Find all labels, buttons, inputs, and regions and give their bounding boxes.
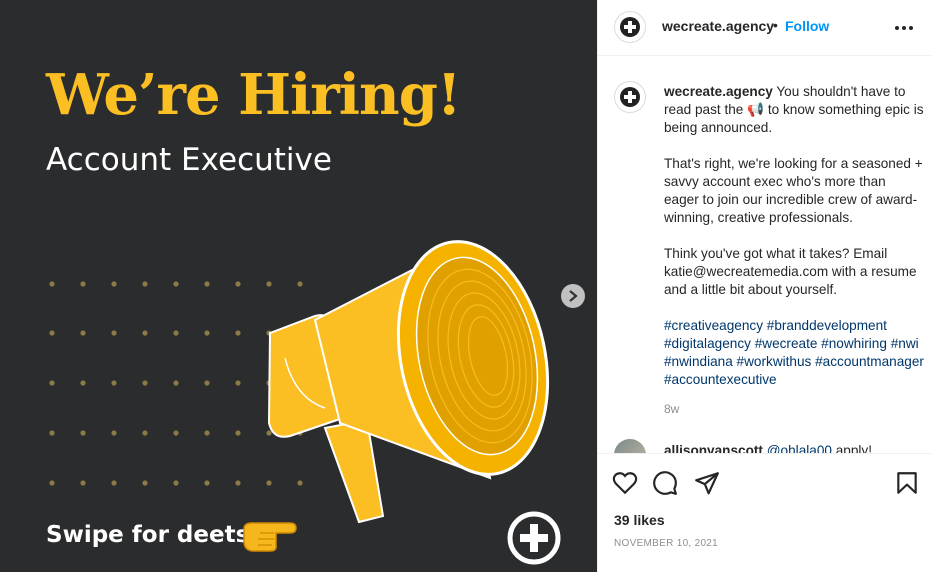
wecreate-logo-icon: [620, 17, 640, 37]
caption-timestamp[interactable]: 8w: [664, 402, 679, 416]
avatar[interactable]: [614, 439, 646, 453]
post-image: We’re Hiring! Account Executive Swipe fo…: [0, 0, 597, 572]
caption-hashtags[interactable]: #creativeagency #branddevelopment #digit…: [664, 317, 924, 389]
decorative-dot: [235, 281, 241, 287]
decorative-dot: [204, 281, 210, 287]
comment-username[interactable]: allisonvanscott: [664, 443, 763, 453]
hiring-headline: We’re Hiring!: [46, 62, 461, 128]
post-header: wecreate.agency • Follow: [598, 0, 931, 56]
megaphone-emoji-icon: 📢: [747, 102, 765, 117]
decorative-dot: [111, 480, 117, 486]
decorative-dot: [111, 281, 117, 287]
decorative-dot: [142, 281, 148, 287]
decorative-dot: [49, 281, 55, 287]
decorative-dot: [49, 430, 55, 436]
decorative-dot: [235, 330, 241, 336]
decorative-dot: [204, 430, 210, 436]
comments-section: wecreate.agency You shouldn't have to re…: [598, 57, 931, 453]
caption-paragraph: Think you've got what it takes? Email ka…: [664, 246, 917, 297]
decorative-dot: [111, 330, 117, 336]
decorative-dot: [111, 380, 117, 386]
comment-mention[interactable]: @ohlala00: [767, 443, 832, 453]
decorative-dot: [80, 430, 86, 436]
job-title: Account Executive: [46, 142, 332, 178]
decorative-dot: [173, 480, 179, 486]
decorative-dot: [142, 480, 148, 486]
caption-paragraph: That's right, we're looking for a season…: [664, 156, 923, 225]
post-side-panel: wecreate.agency • Follow wecreate.agency…: [597, 0, 931, 572]
comment-icon[interactable]: [652, 470, 678, 496]
bookmark-icon[interactable]: [894, 470, 920, 496]
decorative-dot: [173, 281, 179, 287]
decorative-dot: [49, 330, 55, 336]
decorative-dot: [204, 380, 210, 386]
comment: allisonvanscott @ohlala00 apply!: [664, 443, 872, 453]
post-date[interactable]: NOVEMBER 10, 2021: [614, 538, 718, 549]
decorative-dot: [173, 380, 179, 386]
decorative-dot: [80, 380, 86, 386]
heart-icon[interactable]: [612, 470, 638, 496]
avatar[interactable]: [614, 11, 646, 43]
post-caption: wecreate.agency You shouldn't have to re…: [664, 83, 924, 407]
avatar[interactable]: [614, 81, 646, 113]
decorative-dot: [142, 430, 148, 436]
decorative-dot: [204, 330, 210, 336]
pointing-hand-icon: [243, 522, 297, 552]
decorative-dot: [49, 380, 55, 386]
decorative-dot: [142, 330, 148, 336]
wecreate-logo-icon: [620, 87, 640, 107]
next-slide-button[interactable]: [561, 284, 585, 308]
decorative-dot: [80, 281, 86, 287]
decorative-dot: [142, 380, 148, 386]
decorative-dot: [235, 430, 241, 436]
share-icon[interactable]: [694, 470, 720, 496]
chevron-right-icon: [569, 290, 578, 302]
megaphone-illustration: [267, 240, 550, 524]
decorative-dot: [80, 480, 86, 486]
decorative-dot: [173, 430, 179, 436]
likes-count[interactable]: 39 likes: [614, 512, 665, 528]
comment-text: apply!: [835, 443, 873, 453]
more-options-icon[interactable]: [893, 18, 915, 38]
header-username[interactable]: wecreate.agency: [662, 18, 774, 34]
post-actions: 39 likes NOVEMBER 10, 2021: [598, 453, 931, 572]
follow-button[interactable]: Follow: [785, 18, 829, 34]
swipe-caption: Swipe for deets: [46, 522, 250, 548]
separator-dot: •: [773, 17, 778, 33]
decorative-dot: [80, 330, 86, 336]
decorative-dot: [235, 380, 241, 386]
wecreate-logo-icon: [507, 511, 561, 565]
decorative-dot: [235, 480, 241, 486]
decorative-dot: [49, 480, 55, 486]
decorative-dot: [111, 430, 117, 436]
decorative-dot: [173, 330, 179, 336]
caption-username[interactable]: wecreate.agency: [664, 84, 773, 99]
decorative-dot: [204, 480, 210, 486]
